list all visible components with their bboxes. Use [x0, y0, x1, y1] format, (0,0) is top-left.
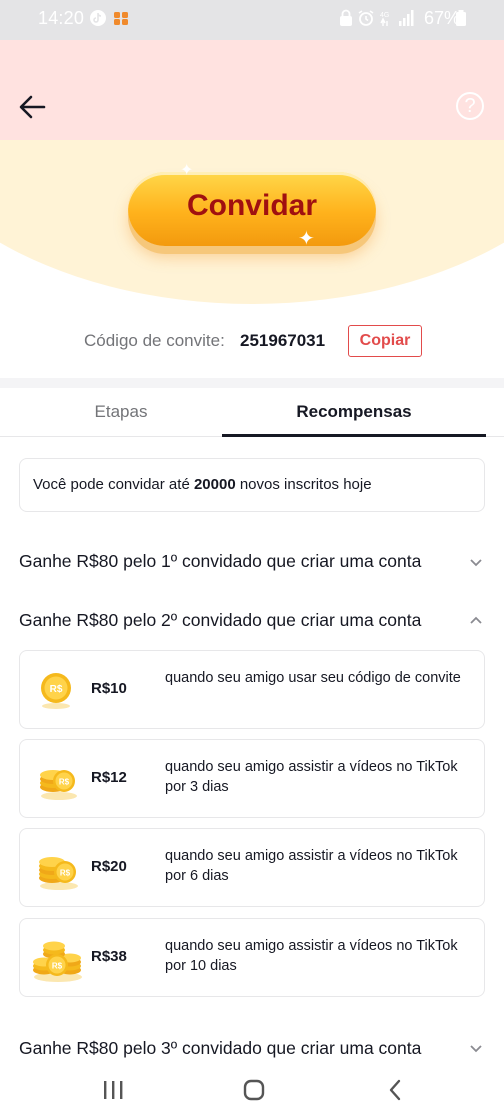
reward-card: R$ R$38 quando seu amigo assistir a víde…: [19, 918, 485, 997]
home-icon[interactable]: [242, 1078, 266, 1102]
sparkle-icon: ✦: [180, 162, 194, 179]
header: [0, 40, 504, 140]
reward-description: quando seu amigo usar seu código de conv…: [165, 670, 461, 686]
svg-text:R$: R$: [52, 962, 63, 971]
sparkle-icon: ✦: [298, 228, 315, 250]
section-title-1[interactable]: Ganhe R$80 pelo 1º convidado que criar u…: [19, 551, 421, 572]
tab-active-indicator: [222, 434, 486, 437]
4g-signal-icon: 4G: [380, 12, 389, 26]
recent-apps-icon[interactable]: [101, 1079, 125, 1101]
reward-card: R$ R$12 quando seu amigo assistir a víde…: [19, 739, 485, 818]
back-icon[interactable]: [384, 1078, 408, 1102]
tiktok-notification-icon: [90, 10, 106, 26]
copy-button[interactable]: Copiar: [348, 325, 422, 357]
chevron-down-icon[interactable]: [467, 1039, 485, 1057]
reward-description: quando seu amigo assistir a vídeos no Ti…: [165, 938, 458, 974]
lock-icon: [340, 9, 352, 26]
section-title-3[interactable]: Ganhe R$80 pelo 3º convidado que criar u…: [19, 1038, 421, 1059]
reward-description: quando seu amigo assistir a vídeos no Ti…: [165, 759, 458, 795]
invite-limit-info: Você pode convidar até 20000 novos inscr…: [19, 458, 485, 512]
reward-amount: R$38: [91, 948, 127, 965]
signal-bars-icon: [399, 10, 414, 26]
reward-card: R$ R$20 quando seu amigo assistir a víde…: [19, 828, 485, 907]
reward-amount: R$12: [91, 769, 127, 786]
reward-amount: R$20: [91, 858, 127, 875]
coin-pile-large-icon: R$: [33, 941, 82, 982]
battery-icon: [456, 10, 466, 26]
tab-etapas[interactable]: Etapas: [0, 402, 242, 422]
system-nav-bar: [0, 1068, 504, 1120]
section-divider: [0, 378, 504, 388]
invite-button[interactable]: Convidar: [128, 172, 376, 246]
chevron-up-icon[interactable]: [467, 611, 485, 629]
invite-limit-value: 20000: [193, 476, 236, 493]
alarm-icon: [358, 10, 374, 26]
chevron-down-icon[interactable]: [467, 553, 485, 571]
invite-code-value: 251967031: [240, 331, 326, 350]
svg-text:R$: R$: [59, 778, 70, 787]
svg-text:4G: 4G: [380, 12, 389, 19]
back-arrow-icon[interactable]: [18, 94, 48, 120]
invite-code-label: Código de convite:: [84, 331, 225, 350]
app-notification-icon: [114, 12, 128, 25]
svg-text:R$: R$: [50, 684, 63, 695]
reward-card: R$ R$10 quando seu amigo usar seu código…: [19, 650, 485, 729]
status-time: 14:20: [38, 8, 85, 28]
reward-description: quando seu amigo assistir a vídeos no Ti…: [165, 848, 458, 884]
reward-amount: R$10: [91, 680, 127, 697]
tab-recompensas[interactable]: Recompensas: [222, 402, 486, 422]
single-coin-icon: R$: [41, 673, 71, 709]
section-title-2[interactable]: Ganhe R$80 pelo 2º convidado que criar u…: [19, 610, 421, 631]
question-circle-icon[interactable]: ?: [456, 92, 484, 120]
coin-stack-medium-icon: R$: [39, 857, 78, 890]
status-bar: 14:20 4G 67%: [0, 0, 504, 40]
svg-text:R$: R$: [60, 869, 71, 878]
coin-stack-small-icon: R$: [40, 770, 77, 800]
